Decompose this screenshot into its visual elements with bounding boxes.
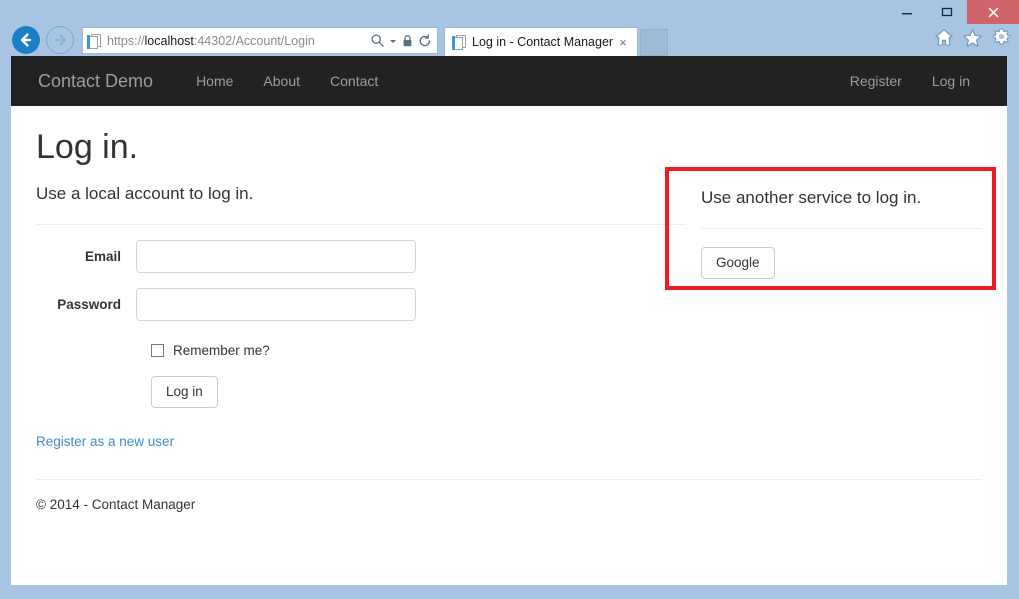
url-path: :44302/Account/Login [193, 33, 315, 48]
page-footer: © 2014 - Contact Manager [36, 478, 982, 512]
page-document-icon [87, 33, 102, 49]
refresh-icon[interactable] [418, 33, 432, 48]
email-label: Email [84, 248, 121, 264]
nav-link-register[interactable]: Register [835, 74, 917, 88]
address-bar[interactable]: https://localhost:44302/Account/Login [82, 27, 438, 54]
external-login-divider [701, 227, 982, 229]
email-input[interactable] [136, 239, 416, 273]
copyright-text: © 2014 - Contact Manager [36, 496, 196, 512]
browser-tab[interactable]: Log in - Contact Manager × [444, 27, 638, 56]
password-input[interactable] [136, 287, 416, 321]
page-viewport: Contact Demo Home About Contact Register… [11, 56, 1007, 585]
footer-divider [36, 478, 982, 480]
external-provider-row: Google [701, 246, 982, 279]
remember-me-label[interactable]: Remember me? [173, 343, 270, 358]
favorites-star-icon[interactable] [963, 29, 982, 47]
arrow-right-icon [54, 34, 66, 46]
password-row: Password [36, 287, 686, 321]
login-columns: Use a local account to log in. Email Pas… [36, 184, 982, 451]
site-nav-links: Home About Contact [181, 74, 393, 88]
nav-link-login[interactable]: Log in [917, 74, 985, 88]
close-window-button[interactable] [967, 0, 1019, 24]
url-protocol: https:// [107, 33, 145, 48]
tab-close-icon[interactable]: × [615, 34, 631, 50]
register-as-new-user-link[interactable]: Register as a new user [36, 434, 174, 449]
page-content: Log in. Use a local account to log in. E… [11, 128, 1007, 512]
url-text: https://localhost:44302/Account/Login [107, 33, 370, 49]
settings-gear-icon[interactable] [992, 28, 1011, 47]
password-label: Password [57, 296, 121, 312]
home-icon[interactable] [935, 29, 953, 46]
email-row: Email [36, 239, 686, 273]
forward-button[interactable] [46, 26, 74, 54]
back-button[interactable] [12, 26, 40, 54]
nav-link-about[interactable]: About [248, 74, 315, 88]
minimize-button[interactable] [887, 0, 927, 24]
tab-page-icon [452, 34, 467, 50]
login-submit-button[interactable]: Log in [151, 375, 218, 408]
new-tab-button[interactable] [640, 29, 668, 56]
caret-down-icon[interactable] [389, 37, 397, 45]
nav-link-home[interactable]: Home [181, 74, 248, 88]
browser-nav-bar: https://localhost:44302/Account/Login Lo… [0, 24, 1019, 56]
site-navbar: Contact Demo Home About Contact Register… [11, 56, 1007, 106]
browser-window: https://localhost:44302/Account/Login Lo… [0, 0, 1019, 599]
tab-title: Log in - Contact Manager [472, 35, 614, 49]
nav-link-contact[interactable]: Contact [315, 74, 393, 88]
local-login-subheading: Use a local account to log in. [36, 184, 254, 204]
arrow-left-icon [20, 33, 32, 47]
external-login-panel: Use another service to log in. Google [686, 184, 982, 451]
site-nav-right: Register Log in [835, 56, 985, 106]
window-controls [887, 0, 1019, 24]
url-host: localhost [144, 33, 194, 48]
remember-me-checkbox[interactable] [151, 343, 164, 357]
remember-me-row: Remember me? [36, 343, 686, 358]
site-brand[interactable]: Contact Demo [38, 72, 153, 90]
title-bar [0, 0, 1019, 24]
address-bar-icons [370, 33, 434, 48]
browser-toolbar-icons [935, 28, 1011, 47]
lock-icon[interactable] [401, 34, 414, 48]
external-login-subheading: Use another service to log in. [701, 188, 922, 208]
local-login-divider [36, 223, 686, 225]
local-login-panel: Use a local account to log in. Email Pas… [36, 184, 686, 451]
maximize-button[interactable] [927, 0, 967, 24]
google-login-button[interactable]: Google [701, 246, 775, 279]
register-link-row: Register as a new user [36, 433, 686, 451]
search-icon[interactable] [370, 33, 385, 48]
submit-row: Log in [36, 375, 686, 408]
page-title: Log in. [36, 128, 139, 166]
